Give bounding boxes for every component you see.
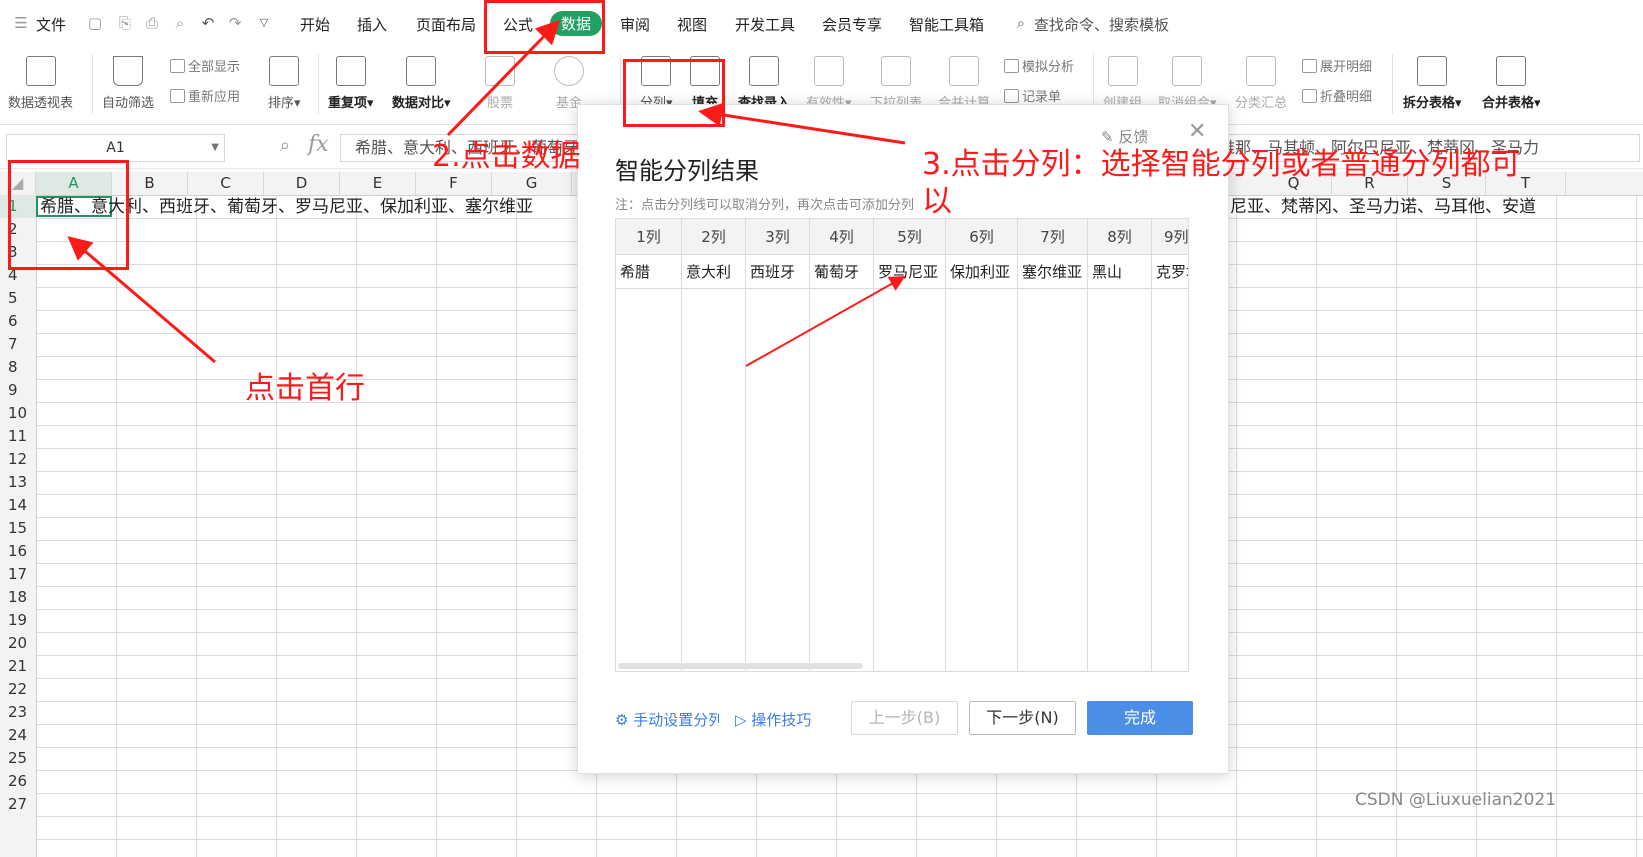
arrow-to-data-tab (446, 19, 561, 137)
watermark: CSDN @Liuxuelian2021 (1355, 790, 1557, 810)
arrow-to-split-button (698, 102, 906, 145)
arrow-to-preview (745, 276, 906, 367)
annotation-arrows (67, 19, 906, 367)
arrow-to-first-row (67, 236, 216, 364)
